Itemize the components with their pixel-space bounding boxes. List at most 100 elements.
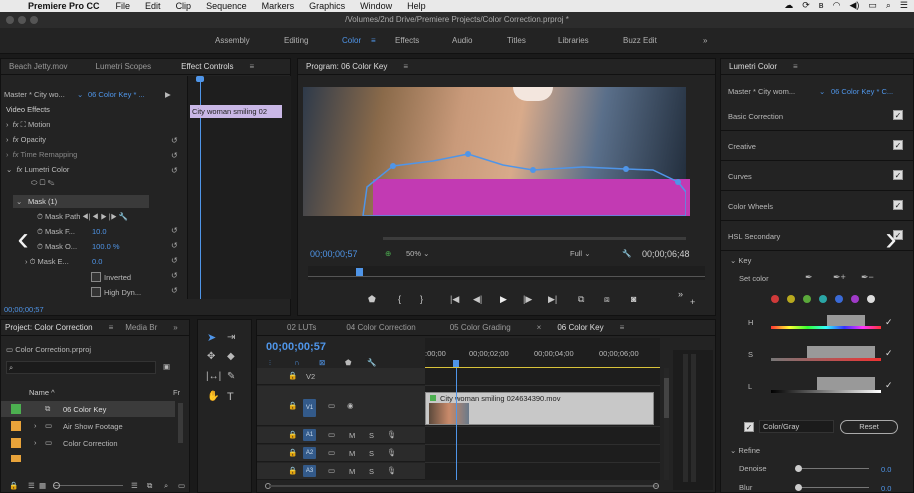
program-timecode[interactable]: 00;00;00;57 (310, 249, 358, 259)
zoom-select[interactable]: 50% ⌄ (406, 249, 429, 258)
timeline-tab-luts[interactable]: 02 LUTs (279, 323, 324, 332)
enable-checkbox[interactable]: ✓ (893, 110, 903, 120)
lock-icon[interactable]: 🔒 (288, 466, 297, 475)
project-scrollbar[interactable] (178, 403, 183, 443)
chevron-down-icon[interactable]: ⌄ (819, 87, 825, 96)
color-gray-checkbox[interactable]: ✓ (744, 422, 754, 432)
workspace-libraries[interactable]: Libraries (558, 36, 589, 45)
slip-tool-icon[interactable]: |↔| (206, 371, 221, 382)
keyframe-timeline[interactable]: City woman smiling 02 (187, 76, 291, 299)
master-clip-label[interactable]: Master * City wo... (4, 90, 65, 99)
zoom-scrollbar[interactable] (383, 237, 686, 240)
mark-out-icon[interactable]: } (420, 294, 423, 304)
window-dot-max[interactable] (30, 16, 38, 24)
linked-selection-icon[interactable]: ∩ (294, 358, 299, 367)
solo-button[interactable]: S (369, 449, 374, 458)
panel-menu-icon[interactable]: ≡ (101, 323, 122, 332)
denoise-value[interactable]: 0.0 (881, 465, 891, 474)
wrench-icon[interactable]: 🔧 (119, 212, 128, 221)
menu-markers[interactable]: Markers (262, 1, 295, 11)
expand-icon[interactable]: › (34, 421, 37, 430)
selection-tool-icon[interactable]: ➤ (207, 331, 216, 344)
track-next-icon[interactable]: ▶ (101, 212, 107, 221)
next-slide-chevron-icon[interactable]: › (876, 220, 906, 258)
timeline-tab-color-grading[interactable]: 05 Color Grading (442, 323, 519, 332)
scroll-thumb[interactable] (664, 378, 669, 418)
zoom-slider-thumb[interactable] (53, 482, 60, 489)
solo-button[interactable]: S (369, 431, 374, 440)
hue-slider[interactable] (771, 315, 881, 331)
list-item[interactable]: › ▭ Air Show Footage (1, 418, 175, 434)
solo-button[interactable]: S (369, 467, 374, 476)
workspace-titles[interactable]: Titles (507, 36, 526, 45)
step-back-icon[interactable]: ◀| (473, 294, 482, 305)
reset-icon[interactable]: ↺ (171, 136, 178, 145)
marker-icon[interactable]: ⬟ (368, 294, 376, 305)
list-item[interactable]: ⧉ 06 Color Key (1, 401, 175, 417)
sync-lock-icon[interactable]: ▭ (328, 466, 335, 475)
new-item-icon[interactable]: ▭ (178, 481, 185, 490)
color-gray-dropdown[interactable]: Color/Gray (759, 420, 834, 433)
reset-icon[interactable]: ↺ (171, 271, 178, 280)
luma-check-icon[interactable]: ✓ (885, 380, 893, 391)
overwrite-icon[interactable]: ⧈ (604, 294, 610, 305)
eyedropper-subtract-icon[interactable]: ✒− (861, 272, 874, 283)
go-to-out-icon[interactable]: ▶| (548, 294, 557, 305)
effect-row-motion[interactable]: › fx ⛶ Motion (6, 120, 50, 130)
workspace-menu-icon[interactable]: ≡ (371, 36, 376, 45)
saturation-range[interactable] (807, 346, 875, 358)
marker-icon[interactable]: ⬟ (345, 358, 352, 367)
timeline-wrench-icon[interactable]: 🔧 (367, 358, 376, 367)
panel-menu-icon[interactable]: ≡ (785, 62, 806, 71)
fit-indicator-icon[interactable]: ⊕ (385, 249, 391, 258)
cloud-icon[interactable]: ☁ (784, 0, 793, 11)
menu-sequence[interactable]: Sequence (206, 1, 247, 11)
lumetri-sequence-label[interactable]: 06 Color Key * C... (831, 87, 893, 96)
high-dyn-checkbox[interactable] (91, 287, 101, 297)
timeline-timecode[interactable]: 00;00;00;57 (266, 341, 326, 353)
automate-icon[interactable]: ⧉ (147, 481, 152, 491)
video-frame[interactable] (303, 87, 690, 216)
eyedropper-icon[interactable]: ✒ (805, 272, 813, 283)
mask-expansion-value[interactable]: 0.0 (92, 257, 102, 266)
volume-icon[interactable]: ◀) (849, 0, 859, 11)
play-button-icon[interactable]: ▶ (500, 294, 507, 305)
program-title[interactable]: Program: 06 Color Key (298, 62, 395, 71)
timeline-clip[interactable]: City woman smiling 024634390.mov (425, 392, 654, 425)
camera-icon[interactable]: ◙ (631, 294, 636, 304)
blur-value[interactable]: 0.0 (881, 484, 891, 493)
snap-icon[interactable]: ⫶ (269, 358, 271, 368)
eyedropper-add-icon[interactable]: ✒+ (833, 272, 846, 283)
sync-icon[interactable]: ⟳ (802, 0, 810, 11)
menu-graphics[interactable]: Graphics (309, 1, 345, 11)
add-marker-icon[interactable]: ⊠ (319, 358, 325, 367)
wifi-icon[interactable]: ◠ (833, 0, 841, 11)
list-view-icon[interactable]: ☰ (28, 481, 35, 490)
project-search-input[interactable]: ⌕ (6, 361, 156, 374)
insert-icon[interactable]: ⧉ (578, 294, 584, 305)
enable-checkbox[interactable]: ✓ (893, 140, 903, 150)
reset-icon[interactable]: ↺ (171, 166, 178, 175)
film-icon[interactable]: ▭ (328, 401, 335, 410)
swatch-yellow[interactable] (787, 295, 795, 303)
more-controls-icon[interactable]: » (678, 289, 683, 299)
workspace-editing[interactable]: Editing (284, 36, 308, 45)
panel-menu-icon[interactable]: ≡ (395, 62, 416, 71)
lock-icon[interactable]: 🔒 (288, 430, 297, 439)
track-target-v1[interactable]: V1 (303, 399, 316, 417)
close-tab-icon[interactable]: × (529, 323, 550, 332)
microphone-icon[interactable]: 🎙 (387, 448, 397, 457)
list-item[interactable]: › ▭ Color Correction (1, 435, 175, 451)
reset-icon[interactable]: ↺ (171, 151, 178, 160)
step-forward-icon[interactable]: |▶ (523, 294, 532, 305)
icon-view-icon[interactable]: ▦ (39, 481, 46, 490)
program-playhead[interactable] (356, 268, 363, 276)
swatch-red[interactable] (771, 295, 779, 303)
sync-lock-icon[interactable]: ▭ (328, 448, 335, 457)
scroll-handle-right[interactable] (653, 483, 659, 489)
track-area[interactable]: City woman smiling 024634390.mov (425, 368, 660, 480)
lock-icon[interactable]: 🔒 (288, 448, 297, 457)
settings-wrench-icon[interactable]: 🔧 (622, 249, 631, 258)
effect-row-opacity[interactable]: › fx Opacity (6, 135, 46, 144)
go-to-in-icon[interactable]: |◀ (450, 294, 459, 305)
